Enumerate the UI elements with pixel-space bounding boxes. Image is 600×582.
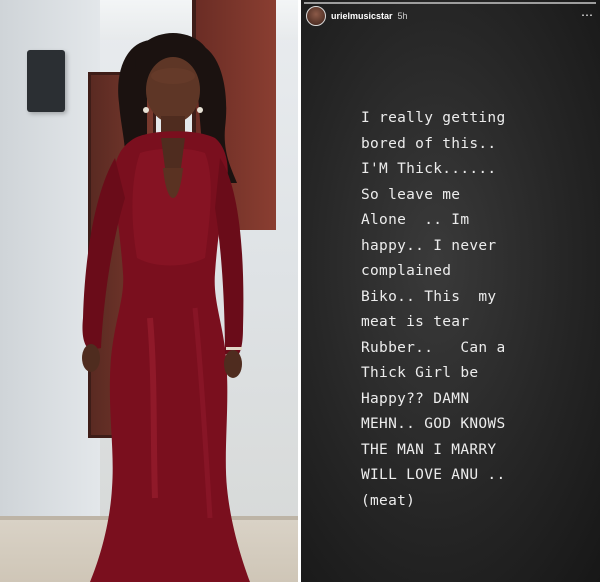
story-caption-line: complained bbox=[361, 263, 452, 279]
story-caption-line: I'M Thick...... bbox=[361, 161, 497, 177]
story-caption-line: WILL LOVE ANU .. bbox=[361, 467, 506, 483]
screenshot-frame: urielmusicstar 5h ⋯ I really getting bor… bbox=[0, 0, 600, 582]
story-username[interactable]: urielmusicstar bbox=[331, 11, 393, 21]
story-caption-line: Happy?? DAMN bbox=[361, 390, 470, 407]
story-caption-line: Thick Girl be bbox=[361, 365, 479, 381]
story-caption-line: (meat) bbox=[361, 492, 416, 509]
photo-panel bbox=[0, 0, 298, 582]
story-time: 5h bbox=[397, 11, 408, 21]
woman-in-velvet-dress bbox=[82, 33, 250, 582]
story-caption-line: meat is tear bbox=[361, 314, 470, 330]
story-caption-line: bored of this.. bbox=[361, 135, 497, 152]
story-caption-line: Rubber.. Can a bbox=[361, 339, 506, 356]
story-caption-line: So leave me bbox=[361, 186, 461, 203]
story-caption-line: Alone .. Im bbox=[361, 212, 470, 228]
story-header: urielmusicstar 5h ⋯ bbox=[301, 4, 600, 28]
more-dots-icon[interactable]: ⋯ bbox=[581, 9, 594, 21]
story-caption-line: happy.. I never bbox=[361, 237, 497, 254]
story-caption-line: MEHN.. GOD KNOWS bbox=[361, 416, 506, 432]
story-caption: I really getting bored of this.. I'M Thi… bbox=[361, 106, 591, 514]
story-caption-line: THE MAN I MARRY bbox=[361, 441, 497, 458]
story-caption-line: I really getting bbox=[361, 110, 506, 126]
profile-avatar[interactable] bbox=[306, 6, 326, 26]
story-caption-line: Biko.. This my bbox=[361, 288, 497, 305]
